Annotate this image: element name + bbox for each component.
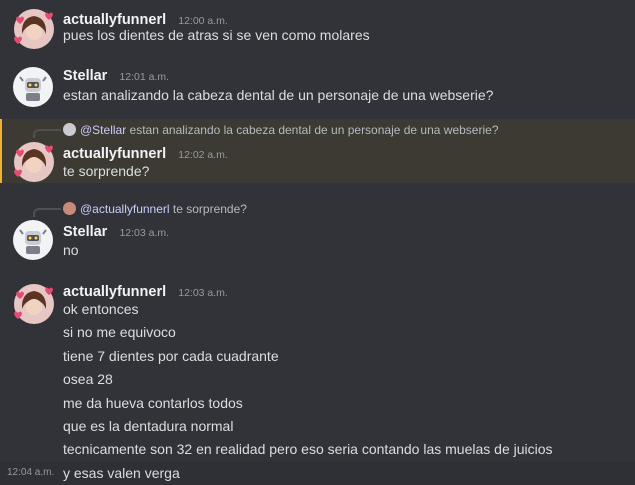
reply-mention[interactable]: @Stellar [80,123,126,137]
reply-avatar-icon [63,123,76,136]
reply-text: estan analizando la cabeza dental de un … [129,123,499,137]
message-group: Stellar 12:01 a.m. estan analizando la c… [0,58,635,113]
avatar[interactable] [13,8,54,49]
avatar-girl-hearts-icon [14,142,54,182]
message-text: te sorprende? [63,163,150,179]
hover-timestamp: 12:04 a.m. [7,467,55,478]
timestamp: 12:02 a.m. [178,149,228,161]
avatar[interactable] [13,141,54,182]
reply-avatar-icon [63,202,76,215]
avatar-girl-hearts-icon [14,284,54,324]
avatar-robot-icon [13,220,53,260]
message-group: actuallyfunnerl 12:03 a.m. ok entonces s… [0,275,635,460]
timestamp: 12:01 a.m. [119,71,170,83]
message-text: no [63,242,79,258]
avatar[interactable] [13,220,53,260]
author-name[interactable]: actuallyfunnerl [63,12,166,28]
message-text: pues los dientes de atras si se ven como… [63,27,370,43]
reply-reference[interactable]: @Stellar estan analizando la cabeza dent… [63,123,499,137]
reply-text: te sorprende? [172,202,247,216]
avatar[interactable] [13,283,54,324]
author-name[interactable]: Stellar [63,68,107,84]
author-name[interactable]: Stellar [63,224,107,240]
message-text: tiene 7 dientes por cada cuadrante [63,348,279,364]
message-text: estan analizando la cabeza dental de un … [63,87,494,103]
timestamp: 12:03 a.m. [119,227,170,239]
avatar-girl-hearts-icon [14,9,54,49]
reply-mention[interactable]: @actuallyfunnerl [80,202,170,216]
message-text: me da hueva contarlos todos [63,395,243,411]
message-group: @Stellar estan analizando la cabeza dent… [0,119,635,183]
message-group: actuallyfunnerl 12:00 a.m. pues los dien… [0,0,635,50]
message-text: ok entonces [63,301,139,317]
avatar-robot-icon [13,67,53,107]
message-text: y esas valen verga [63,465,180,481]
reply-spine [33,129,61,138]
avatar[interactable] [13,67,53,107]
message-text: si no me equivoco [63,324,176,340]
timestamp: 12:00 a.m. [178,15,228,27]
message-group: @actuallyfunnerl te sorprende? Stellar 1… [0,198,635,260]
message-text: osea 28 [63,371,113,387]
timestamp: 12:03 a.m. [178,287,228,299]
message-text: tecnicamente son 32 en realidad pero eso… [63,441,553,457]
reply-reference[interactable]: @actuallyfunnerl te sorprende? [63,202,247,216]
author-name[interactable]: actuallyfunnerl [63,284,166,300]
reply-spine [33,208,61,217]
author-name[interactable]: actuallyfunnerl [63,146,166,162]
message-text: que es la dentadura normal [63,418,234,434]
